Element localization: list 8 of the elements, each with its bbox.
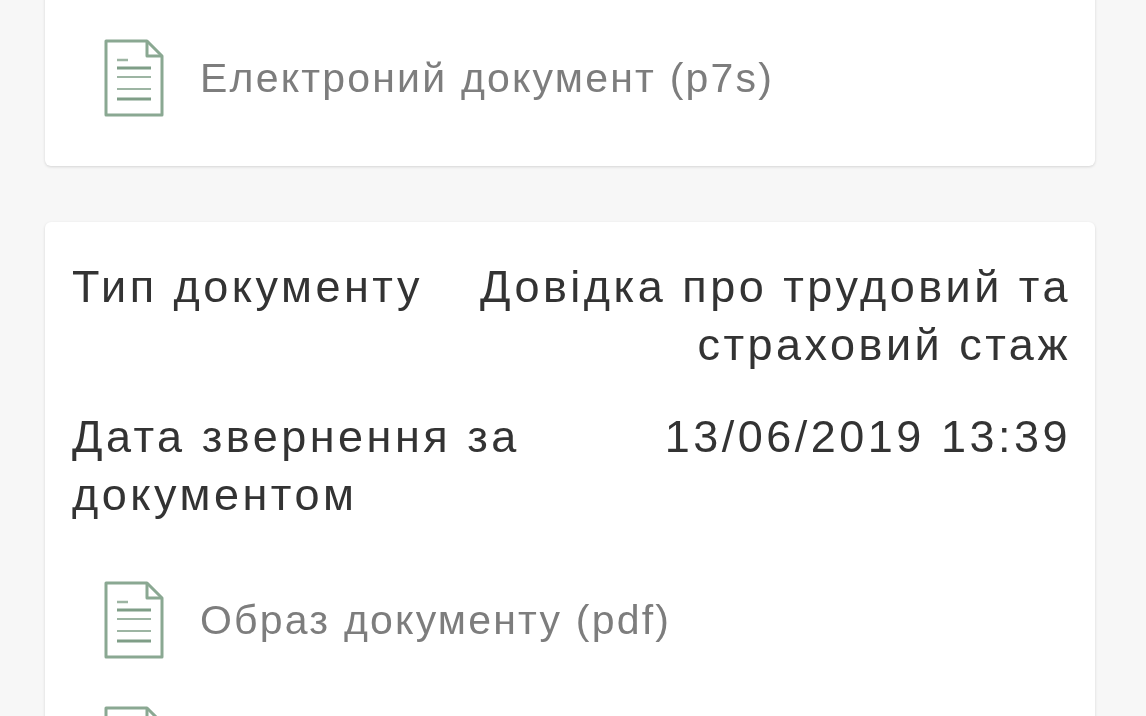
document-icon	[103, 38, 165, 118]
file-link[interactable]: Образ документу (pdf)	[103, 580, 672, 660]
field-label: Дата звернення за документом	[72, 410, 521, 522]
file-link[interactable]: Електроний документ (p7s)	[103, 38, 775, 118]
field-value: Довідка про трудовий та страховий стаж	[478, 260, 1071, 372]
field-label: Тип документу	[72, 260, 423, 314]
field-value: 13/06/2019 13:39	[664, 410, 1071, 464]
document-icon	[103, 580, 165, 660]
